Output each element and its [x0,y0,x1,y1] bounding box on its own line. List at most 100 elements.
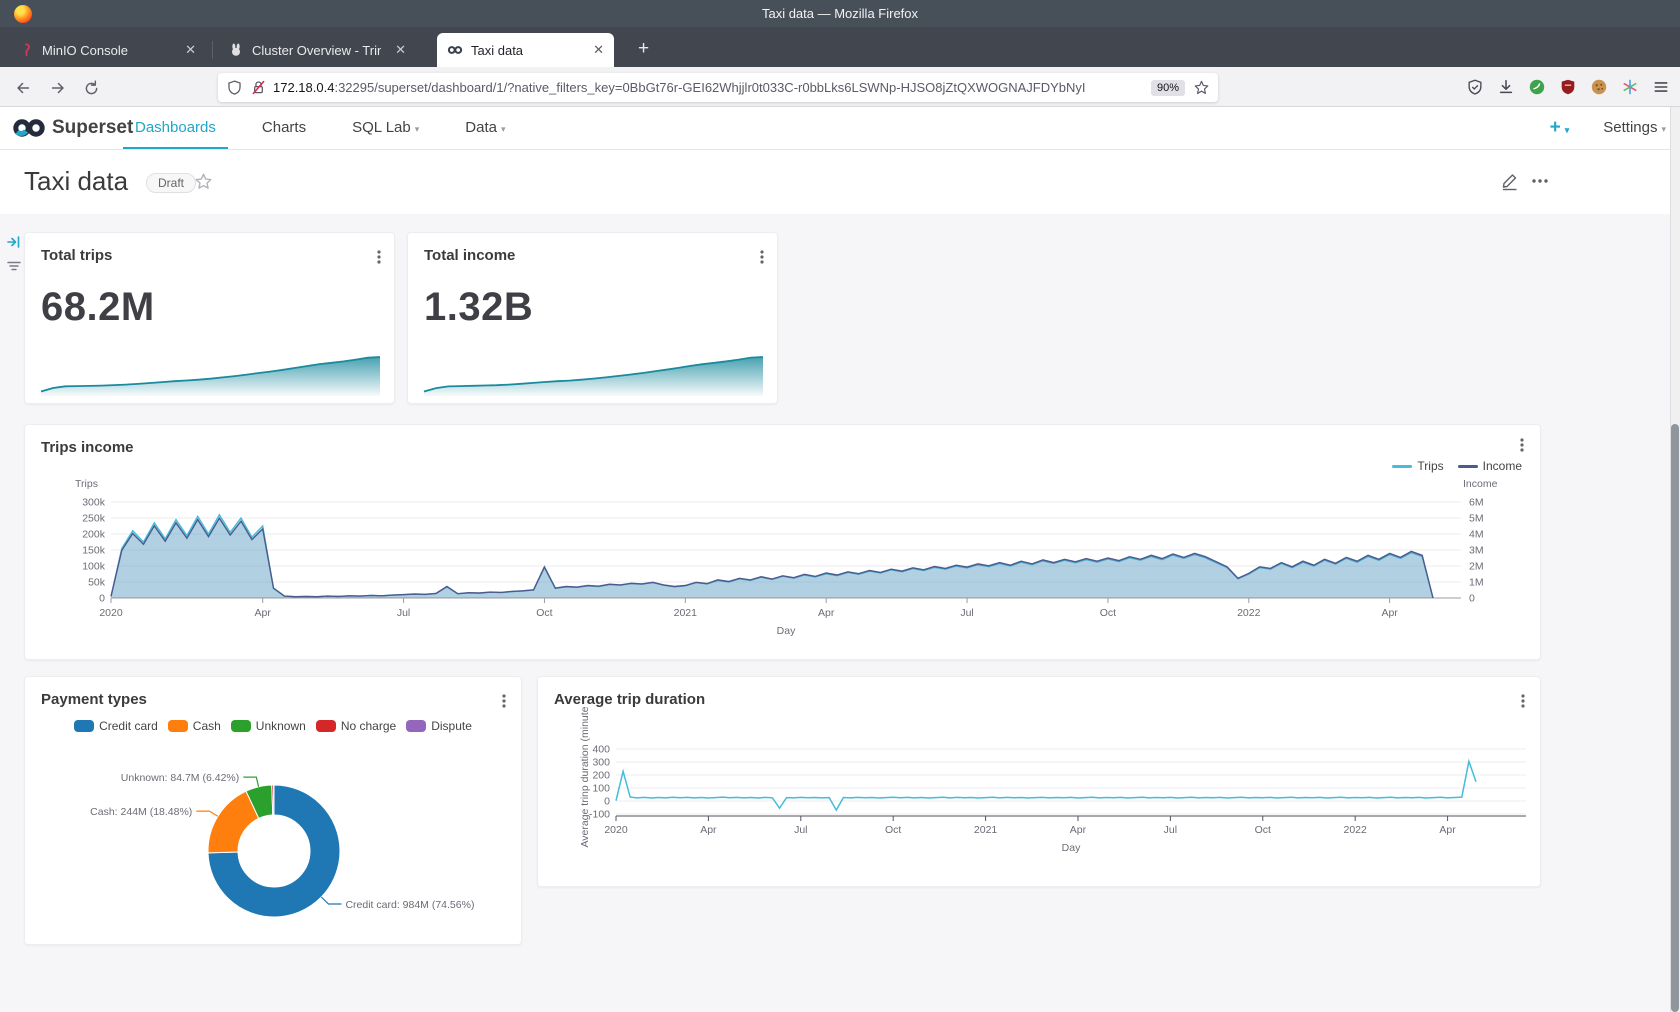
svg-text:2022: 2022 [1343,824,1367,836]
total-trips-sparkline[interactable] [39,351,382,398]
card-menu-kebab-icon[interactable] [755,249,769,265]
favorite-star-icon[interactable] [194,172,213,191]
bookmark-star-icon[interactable] [1193,79,1210,96]
tab-minio-console[interactable]: MinIO Console ✕ [8,33,206,67]
colorful-asterisk-icon[interactable] [1621,78,1639,96]
window-titlebar: Taxi data — Mozilla Firefox [0,0,1680,27]
ublock-shield-icon[interactable] [1559,78,1577,96]
card-menu-kebab-icon[interactable] [372,249,386,265]
trips-income-chart[interactable]: 300k6M250k5M200k4M150k3M100k2M50k1M00Tri… [25,425,1542,661]
dashboard-title: Taxi data [24,166,128,197]
chevron-down-icon: ▾ [501,124,506,134]
svg-text:2021: 2021 [974,824,998,836]
tab-close-icon[interactable]: ✕ [395,42,406,58]
svg-text:Day: Day [1062,842,1081,854]
payment-types-donut[interactable]: Unknown: 84.7M (6.42%)Cash: 244M (18.48%… [25,677,523,946]
tab-close-icon[interactable]: ✕ [185,42,196,58]
reload-button[interactable] [78,75,104,101]
shield-check-icon[interactable] [1466,78,1484,96]
superset-infinity-icon [12,115,46,141]
extension-green-icon[interactable] [1528,78,1546,96]
svg-text:Apr: Apr [255,607,272,619]
nav-dashboards[interactable]: Dashboards [135,107,216,149]
svg-text:2020: 2020 [99,607,123,619]
tab-close-icon[interactable]: ✕ [593,42,604,58]
svg-text:Oct: Oct [885,824,901,836]
back-button[interactable] [10,75,36,101]
menu-hamburger-icon[interactable] [1652,78,1670,96]
svg-text:2021: 2021 [674,607,698,619]
card-title: Total income [424,247,515,264]
svg-text:300k: 300k [82,497,106,509]
svg-text:200k: 200k [82,529,106,541]
tab-label: Cluster Overview - Trino [252,43,381,58]
toolbar-extensions [1466,74,1670,100]
svg-text:400: 400 [592,744,610,756]
expand-filter-bar-icon[interactable] [6,234,22,250]
firefox-logo-icon [14,5,32,23]
url-bar[interactable]: 172.18.0.4:32295/superset/dashboard/1/?n… [218,73,1218,102]
svg-text:5M: 5M [1469,513,1484,525]
chevron-down-icon: ▾ [415,124,420,134]
svg-text:Cash: 244M (18.48%): Cash: 244M (18.48%) [90,806,192,818]
svg-text:50k: 50k [88,577,106,589]
tab-separator [212,41,213,59]
card-total-trips: Total trips 68.2M [24,232,395,404]
forward-button[interactable] [45,75,71,101]
svg-text:0: 0 [604,796,610,808]
chevron-down-icon: ▾ [1661,124,1666,134]
insecure-lock-icon[interactable] [250,79,267,96]
kpi-value: 68.2M [41,285,155,330]
nav-charts[interactable]: Charts [262,107,306,149]
superset-menu: Dashboards Charts SQL Lab▾ Data▾ [135,107,505,149]
total-income-sparkline[interactable] [422,351,765,398]
downloads-icon[interactable] [1497,78,1515,96]
superset-logo[interactable]: Superset [12,115,133,141]
svg-text:Apr: Apr [1070,824,1087,836]
svg-text:Oct: Oct [1255,824,1271,836]
svg-text:Day: Day [777,625,796,637]
card-title: Total trips [41,247,112,264]
tracking-shield-icon[interactable] [226,79,243,96]
settings-menu[interactable]: Settings▾ [1603,107,1666,149]
cookie-icon[interactable] [1590,78,1608,96]
avg-trip-duration-chart[interactable]: 4003002001000-1002020AprJulOct2021AprJul… [538,677,1542,888]
svg-text:Jul: Jul [397,607,410,619]
svg-text:6M: 6M [1469,497,1484,509]
page-zoom-badge[interactable]: 90% [1151,80,1185,96]
svg-text:Apr: Apr [1439,824,1456,836]
url-text[interactable]: 172.18.0.4:32295/superset/dashboard/1/?n… [273,80,1143,95]
new-tab-button[interactable]: + [638,39,649,59]
svg-text:3M: 3M [1469,545,1484,557]
trino-favicon-icon [228,42,244,58]
brand-name: Superset [52,117,133,139]
tab-label: MinIO Console [42,43,171,58]
tab-taxi-data[interactable]: Taxi data ✕ [437,33,614,67]
superset-favicon-icon [447,42,463,58]
window-title: Taxi data — Mozilla Firefox [0,0,1680,27]
page-scrollbar-thumb[interactable] [1671,424,1679,1012]
edit-dashboard-icon[interactable] [1500,171,1520,191]
svg-text:250k: 250k [82,513,106,525]
svg-text:150k: 150k [82,545,106,557]
dashboard-more-menu-icon[interactable] [1530,174,1550,188]
svg-text:-100: -100 [589,809,610,821]
tab-trino-cluster[interactable]: Cluster Overview - Trino ✕ [218,33,416,67]
nav-sql-lab[interactable]: SQL Lab▾ [352,107,419,149]
svg-text:Average trinp duration (minute: Average trinp duration (minute [579,706,591,847]
nav-data[interactable]: Data▾ [465,107,505,149]
url-path: :32295/superset/dashboard/1/?native_filt… [334,80,1085,95]
svg-text:Jul: Jul [1164,824,1177,836]
dashboard-header: Taxi data Draft [0,150,1680,214]
filter-list-icon[interactable] [6,258,22,274]
svg-text:100k: 100k [82,561,106,573]
svg-text:Jul: Jul [794,824,807,836]
card-total-income: Total income 1.32B [407,232,778,404]
svg-text:Credit card: 984M (74.56%): Credit card: 984M (74.56%) [345,899,474,911]
svg-text:1M: 1M [1469,577,1484,589]
add-new-button[interactable]: +▾ [1550,117,1570,139]
svg-text:Jul: Jul [960,607,973,619]
svg-text:100: 100 [592,783,610,795]
url-domain: 172.18.0.4 [273,80,334,95]
svg-text:300: 300 [592,757,610,769]
